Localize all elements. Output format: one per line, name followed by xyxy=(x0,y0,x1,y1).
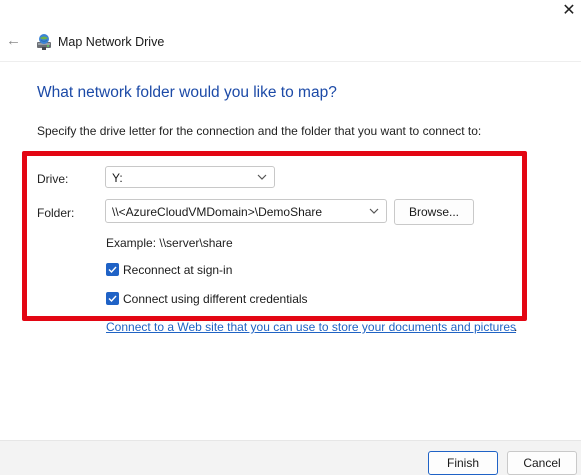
chevron-down-icon xyxy=(257,171,267,181)
credentials-checkbox[interactable] xyxy=(106,292,119,305)
drive-dropdown[interactable]: Y: xyxy=(105,166,275,188)
network-drive-icon xyxy=(35,33,55,51)
link-period: . xyxy=(514,320,518,334)
drive-label: Drive: xyxy=(37,172,69,186)
credentials-label[interactable]: Connect using different credentials xyxy=(123,292,308,306)
back-arrow-icon[interactable]: ← xyxy=(6,33,22,49)
window-title: Map Network Drive xyxy=(58,35,165,49)
browse-button[interactable]: Browse... xyxy=(394,199,474,225)
reconnect-checkbox[interactable] xyxy=(106,263,119,276)
checkmark-icon xyxy=(108,266,117,274)
page-heading: What network folder would you like to ma… xyxy=(37,84,337,101)
checkmark-icon xyxy=(108,295,117,303)
example-text: Example: \\server\share xyxy=(106,236,233,250)
folder-combobox[interactable]: \\<AzureCloudVMDomain>\DemoShare xyxy=(105,199,387,223)
reconnect-label[interactable]: Reconnect at sign-in xyxy=(123,263,232,277)
title-bar: ← Map Network Drive xyxy=(0,28,581,58)
folder-label: Folder: xyxy=(37,206,75,220)
page-description: Specify the drive letter for the connect… xyxy=(37,124,482,138)
drive-value: Y: xyxy=(112,171,123,185)
close-button[interactable]: ✕ xyxy=(560,2,578,20)
close-icon: ✕ xyxy=(562,2,576,19)
cancel-button[interactable]: Cancel xyxy=(507,451,577,475)
chevron-down-icon xyxy=(369,205,379,215)
folder-value: \\<AzureCloudVMDomain>\DemoShare xyxy=(112,205,323,219)
web-site-link[interactable]: Connect to a Web site that you can use t… xyxy=(106,320,516,334)
finish-button[interactable]: Finish xyxy=(428,451,498,475)
title-divider xyxy=(0,61,581,62)
